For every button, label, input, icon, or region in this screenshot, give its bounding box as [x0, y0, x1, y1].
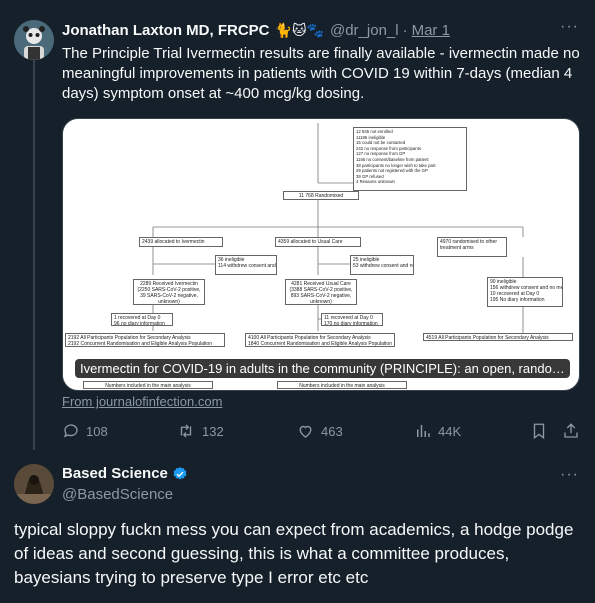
box-arm-other: 4970 randomised to other treatment arms: [437, 237, 507, 257]
like-button[interactable]: 463: [296, 422, 343, 440]
tweet-header: Based Science: [62, 465, 188, 482]
box-ineligible-ivermectin: 36 ineligible 114 withdrew consent and n…: [215, 255, 277, 275]
tweet-text: typical sloppy fuckn mess you can expect…: [14, 520, 574, 587]
thread-connector-line: [33, 60, 35, 450]
box-main-analysis-1: Numbers included in the main analysis: [83, 381, 213, 389]
avatar-jonathan-laxton[interactable]: [14, 20, 54, 60]
heart-icon: [299, 425, 312, 438]
tweet-text: The Principle Trial Ivermectin results a…: [62, 45, 580, 102]
reply-button[interactable]: 108: [62, 422, 108, 440]
box-randomised: 11 768 Randomised: [283, 191, 359, 200]
author-name[interactable]: Based Science: [62, 465, 168, 482]
box-day0-usual-care: 11 recovered at Day 0 170 no diary infor…: [321, 313, 383, 326]
box-population-usual-care: 4100 All Participants Population for Sec…: [245, 333, 395, 347]
retweet-button[interactable]: 132: [176, 422, 224, 440]
views-button[interactable]: 44K: [414, 422, 461, 440]
verified-badge-icon: [173, 466, 187, 480]
separator-dot: ·: [402, 22, 408, 39]
tweet-date[interactable]: Mar 1: [412, 22, 450, 39]
avatar-based-science[interactable]: [14, 464, 54, 504]
box-other-excluded: 90 ineligible 156 withdrew consent and n…: [487, 277, 563, 307]
retweet-count: 132: [202, 423, 224, 439]
box-arm-ivermectin: 2439 allocated to Ivermectin: [139, 237, 223, 247]
views-count: 44K: [438, 423, 462, 439]
card-source-link[interactable]: From journalofinfection.com: [62, 394, 222, 409]
share-button[interactable]: [562, 422, 580, 440]
more-options-icon[interactable]: ···: [560, 466, 579, 484]
tweet-header: Jonathan Laxton MD, FRCPC 🐈🐱🐾 @dr_jon_l …: [62, 22, 450, 39]
box-ineligible-usual-care: 25 ineligible 53 withdrew consent and no…: [350, 255, 414, 275]
reply-icon: [63, 424, 78, 438]
bookmark-icon: [533, 423, 545, 440]
box-main-analysis-2: Numbers included in the main analysis: [277, 381, 407, 389]
bookmark-button[interactable]: [530, 422, 548, 440]
author-name[interactable]: Jonathan Laxton MD, FRCPC: [62, 22, 270, 39]
author-handle[interactable]: @dr_jon_l: [330, 22, 399, 39]
like-count: 463: [321, 423, 343, 439]
tweet-actions: 108 132 463 44K: [62, 422, 582, 442]
box-received-usual-care: 4281 Received Usual Care (3388 SARS-CoV-…: [285, 279, 357, 305]
box-day0-ivermectin: 1 recovered at Day 0 96 no diary informa…: [111, 313, 173, 326]
box-population-other: 4519 All Participants Population for Sec…: [423, 333, 573, 341]
more-options-icon[interactable]: ···: [560, 18, 579, 36]
box-not-enrolled: 12 845 not enrolled 11185 ineligible 15 …: [353, 127, 467, 191]
views-icon: [417, 425, 430, 437]
share-icon: [564, 423, 578, 438]
link-card[interactable]: 12 845 not enrolled 11185 ineligible 15 …: [62, 118, 580, 391]
box-arm-usual-care: 4359 allocated to Usual Care: [275, 237, 361, 247]
author-handle[interactable]: @BasedScience: [62, 486, 173, 503]
box-population-ivermectin: 2192 All Participants Population for Sec…: [65, 333, 225, 347]
avatar-image: [14, 464, 54, 504]
reply-count: 108: [86, 423, 108, 439]
name-emojis: 🐈🐱🐾: [274, 22, 324, 38]
box-received-ivermectin: 2289 Received Ivermectin (2250 SARS-CoV-…: [133, 279, 205, 305]
retweet-icon: [180, 424, 192, 438]
avatar-image: [14, 20, 54, 60]
card-caption[interactable]: Ivermectin for COVID-19 in adults in the…: [75, 359, 570, 378]
